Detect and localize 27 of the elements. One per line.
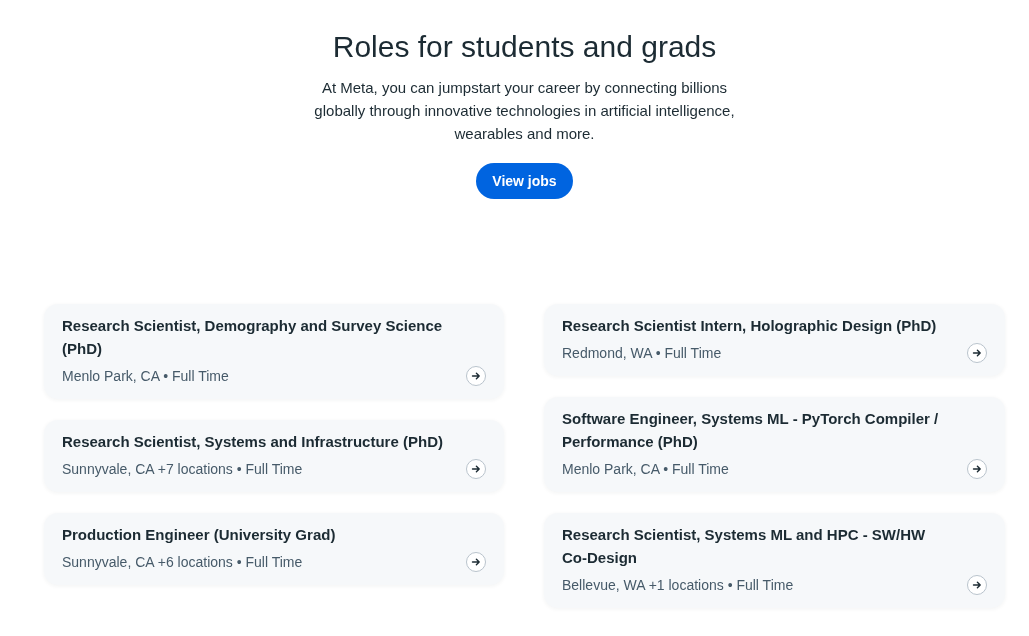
- arrow-right-icon[interactable]: [967, 459, 987, 479]
- job-card[interactable]: Production Engineer (University Grad) Sunnyvale, CA +6 locations • Full Time: [44, 513, 504, 585]
- job-card[interactable]: Research Scientist, Systems and Infrastructure (PhD) Sunnyvale, CA +7 locations • Full Time: [44, 420, 504, 492]
- arrow-right-icon[interactable]: [466, 366, 486, 386]
- arrow-right-icon[interactable]: [967, 575, 987, 595]
- arrow-right-icon[interactable]: [967, 343, 987, 363]
- view-jobs-button[interactable]: View jobs: [476, 163, 573, 199]
- job-title: Production Engineer (University Grad): [62, 525, 337, 545]
- job-details: Redmond, WA • Full Time: [562, 344, 722, 363]
- job-title: Research Scientist, Demography and Survey Science (PhD): [62, 316, 444, 359]
- section-title: Roles for students and grads: [332, 29, 717, 65]
- job-card[interactable]: Research Scientist, Systems ML and HPC - SW/HW Co-Design Bellevue, WA +1 locations • Full Time: [544, 513, 1005, 608]
- description-text: At Meta, you can jumpstart your career by connecting billions globally through innovative technologies in artificial intelligence, wearables and more.: [313, 78, 736, 144]
- job-title: Research Scientist, Systems ML and HPC - SW/HW Co-Design: [562, 525, 927, 568]
- job-title: Research Scientist, Systems and Infrastructure (PhD): [62, 432, 444, 452]
- arrow-right-icon[interactable]: [466, 552, 486, 572]
- job-title: Software Engineer, Systems ML - PyTorch Compiler / Performance (PhD): [562, 409, 940, 452]
- job-details: Bellevue, WA +1 locations • Full Time: [562, 576, 794, 595]
- job-card[interactable]: Software Engineer, Systems ML - PyTorch Compiler / Performance (PhD) Menlo Park, CA • Full Time: [544, 397, 1005, 492]
- arrow-right-icon[interactable]: [466, 459, 486, 479]
- job-title: Research Scientist Intern, Holographic Design (PhD): [562, 316, 938, 336]
- job-details: Menlo Park, CA • Full Time: [562, 460, 729, 479]
- job-details: Sunnyvale, CA +6 locations • Full Time: [62, 553, 303, 572]
- job-details: Sunnyvale, CA +7 locations • Full Time: [62, 460, 303, 479]
- job-card[interactable]: Research Scientist, Demography and Survey Science (PhD) Menlo Park, CA • Full Time: [44, 304, 504, 399]
- job-details: Menlo Park, CA • Full Time: [62, 367, 229, 386]
- job-card[interactable]: Research Scientist Intern, Holographic Design (PhD) Redmond, WA • Full Time: [544, 304, 1005, 376]
